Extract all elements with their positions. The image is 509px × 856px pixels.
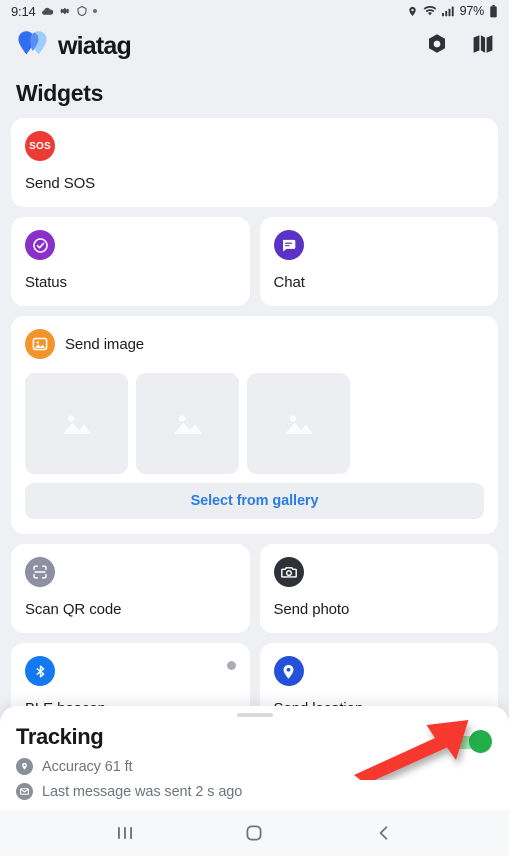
widget-scan-qr-head bbox=[25, 557, 236, 587]
widget-send-image-head: Send image bbox=[25, 329, 484, 359]
brand: wiatag bbox=[16, 30, 132, 63]
gear-icon bbox=[59, 5, 71, 17]
widget-send-sos[interactable]: SOS Send SOS bbox=[11, 118, 498, 207]
widget-send-photo-label: Send photo bbox=[273, 601, 350, 618]
app-root: 9:14 97% wiatag Widgets SOS Send SOS Sta… bbox=[0, 0, 509, 856]
widget-chat[interactable]: Chat bbox=[259, 217, 498, 306]
widget-send-sos-head: SOS bbox=[25, 131, 484, 161]
tracking-toggle-thumb bbox=[469, 730, 492, 753]
widget-send-image: Send image Select from gallery bbox=[11, 316, 498, 534]
tracking-accuracy-row: Accuracy 61 ft bbox=[16, 758, 493, 775]
location-pin-icon bbox=[16, 758, 33, 775]
inactive-dot-icon bbox=[226, 661, 236, 670]
widget-send-sos-label: Send SOS bbox=[25, 175, 96, 192]
widget-send-photo-head bbox=[273, 557, 485, 587]
app-bar-actions bbox=[425, 32, 495, 61]
tracking-toggle[interactable] bbox=[450, 730, 492, 753]
wiatag-logo-icon bbox=[16, 30, 50, 63]
image-icon bbox=[25, 329, 55, 359]
image-thumbnail-list bbox=[25, 373, 484, 474]
envelope-icon bbox=[16, 783, 33, 800]
location-pin-icon bbox=[273, 656, 304, 686]
tracking-last-message-text: Last message was sent 2 s ago bbox=[42, 783, 243, 800]
image-thumbnail-slot[interactable] bbox=[25, 373, 128, 474]
location-pin-icon bbox=[407, 5, 418, 18]
tracking-title: Tracking bbox=[16, 724, 104, 749]
android-nav-bar bbox=[0, 810, 509, 856]
tracking-sheet: Tracking Accuracy 61 ft Last message was… bbox=[0, 706, 509, 810]
widget-scan-qr-label: Scan QR code bbox=[25, 601, 122, 618]
widget-chat-head bbox=[273, 230, 485, 260]
status-bar: 9:14 97% bbox=[0, 0, 509, 22]
widget-row-status-chat: Status Chat bbox=[11, 217, 498, 306]
back-icon[interactable] bbox=[361, 810, 407, 856]
cloud-icon bbox=[41, 5, 54, 18]
widget-status-label: Status bbox=[25, 274, 67, 291]
widget-send-photo[interactable]: Send photo bbox=[259, 544, 498, 633]
shield-icon bbox=[76, 5, 88, 17]
battery-icon bbox=[489, 4, 498, 18]
widget-row-qr-photo: Scan QR code Send photo bbox=[11, 544, 498, 633]
widget-status[interactable]: Status bbox=[11, 217, 250, 306]
widget-scan-qr-code[interactable]: Scan QR code bbox=[11, 544, 250, 633]
app-bar: wiatag bbox=[0, 22, 509, 70]
image-thumbnail-slot[interactable] bbox=[247, 373, 350, 474]
image-thumbnail-slot[interactable] bbox=[136, 373, 239, 474]
sos-icon: SOS bbox=[25, 131, 55, 161]
tracking-last-message-row: Last message was sent 2 s ago bbox=[16, 783, 493, 800]
map-icon[interactable] bbox=[471, 32, 495, 61]
check-circle-icon bbox=[25, 230, 55, 260]
brand-name: wiatag bbox=[58, 31, 132, 60]
widget-chat-label: Chat bbox=[273, 274, 305, 291]
widget-send-location-head bbox=[273, 656, 485, 686]
qr-scan-icon bbox=[25, 557, 55, 587]
tracking-accuracy-text: Accuracy 61 ft bbox=[42, 758, 133, 775]
widgets-list: SOS Send SOS Status Chat Send image Sele… bbox=[0, 118, 509, 732]
widget-ble-beacon-head bbox=[25, 656, 236, 686]
dot-icon bbox=[92, 9, 97, 13]
bluetooth-icon bbox=[25, 656, 55, 686]
settings-nut-icon[interactable] bbox=[425, 32, 449, 61]
wifi-icon bbox=[423, 5, 437, 17]
widget-status-head bbox=[25, 230, 236, 260]
recents-icon[interactable] bbox=[102, 810, 148, 856]
status-bar-right: 97% bbox=[407, 4, 498, 18]
chat-bubble-icon bbox=[273, 230, 304, 260]
status-bar-left: 9:14 bbox=[11, 4, 97, 19]
select-from-gallery-button[interactable]: Select from gallery bbox=[25, 483, 484, 519]
camera-icon bbox=[273, 557, 304, 587]
status-bar-clock: 9:14 bbox=[11, 3, 36, 19]
widget-send-image-label: Send image bbox=[65, 335, 145, 353]
signal-bars-icon bbox=[441, 5, 455, 17]
home-icon[interactable] bbox=[231, 810, 277, 856]
battery-percent-label: 97% bbox=[459, 4, 485, 18]
sheet-drag-handle[interactable] bbox=[236, 713, 273, 717]
page-title: Widgets bbox=[16, 80, 104, 106]
